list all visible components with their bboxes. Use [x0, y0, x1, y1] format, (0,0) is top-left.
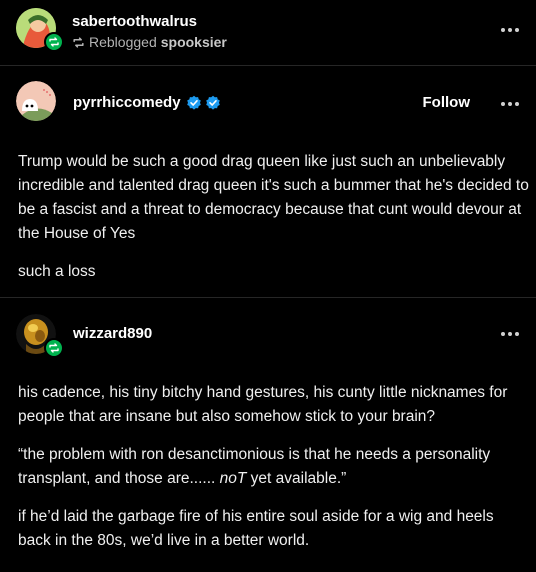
reblog-icon: [44, 32, 64, 52]
more-options-icon[interactable]: [498, 22, 522, 38]
post-body: his cadence, his tiny bitchy hand gestur…: [18, 381, 530, 567]
author-name[interactable]: wizzard890: [73, 325, 152, 342]
quote-text-end: yet available.”: [246, 470, 347, 487]
more-options-icon[interactable]: [498, 96, 522, 112]
post-card: sabertoothwalrus Reblogged spooksier pyr…: [0, 0, 536, 572]
trail-post-wizzard890: wizzard890 his cadence, his tiny bitchy …: [0, 298, 536, 572]
quote-emphasis: noT: [219, 470, 247, 487]
reblogged-from: Reblogged spooksier: [72, 34, 227, 50]
post-paragraph: his cadence, his tiny bitchy hand gestur…: [18, 384, 508, 425]
post-body: Trump would be such a good drag queen li…: [18, 150, 530, 298]
reblog-icon: [44, 338, 64, 358]
follow-button[interactable]: Follow: [423, 94, 471, 111]
reblogged-label: Reblogged: [89, 34, 157, 50]
reblogger-avatar[interactable]: [16, 8, 64, 56]
trail-post-pyrrhiccomedy: pyrrhiccomedy Follow Trump would be such…: [0, 66, 536, 298]
author-avatar[interactable]: [16, 314, 64, 362]
avatar[interactable]: [16, 81, 56, 121]
post-paragraph: if he’d laid the garbage fire of his ent…: [18, 508, 494, 549]
verified-badge-icon: [205, 95, 220, 110]
reblogger-name[interactable]: sabertoothwalrus: [72, 13, 197, 30]
verified-badge-icon: [186, 95, 201, 110]
post-paragraph: Trump would be such a good drag queen li…: [18, 153, 529, 242]
more-options-icon[interactable]: [498, 326, 522, 342]
post-paragraph: “the problem with ron desanctimonious is…: [18, 443, 530, 491]
author-name[interactable]: pyrrhiccomedy: [73, 94, 181, 111]
post-author: pyrrhiccomedy: [73, 94, 221, 111]
post-paragraph: such a loss: [18, 263, 96, 280]
reblogged-source-link[interactable]: spooksier: [161, 34, 227, 50]
reblog-header: sabertoothwalrus Reblogged spooksier: [0, 0, 536, 66]
reblog-small-icon: [73, 36, 84, 48]
